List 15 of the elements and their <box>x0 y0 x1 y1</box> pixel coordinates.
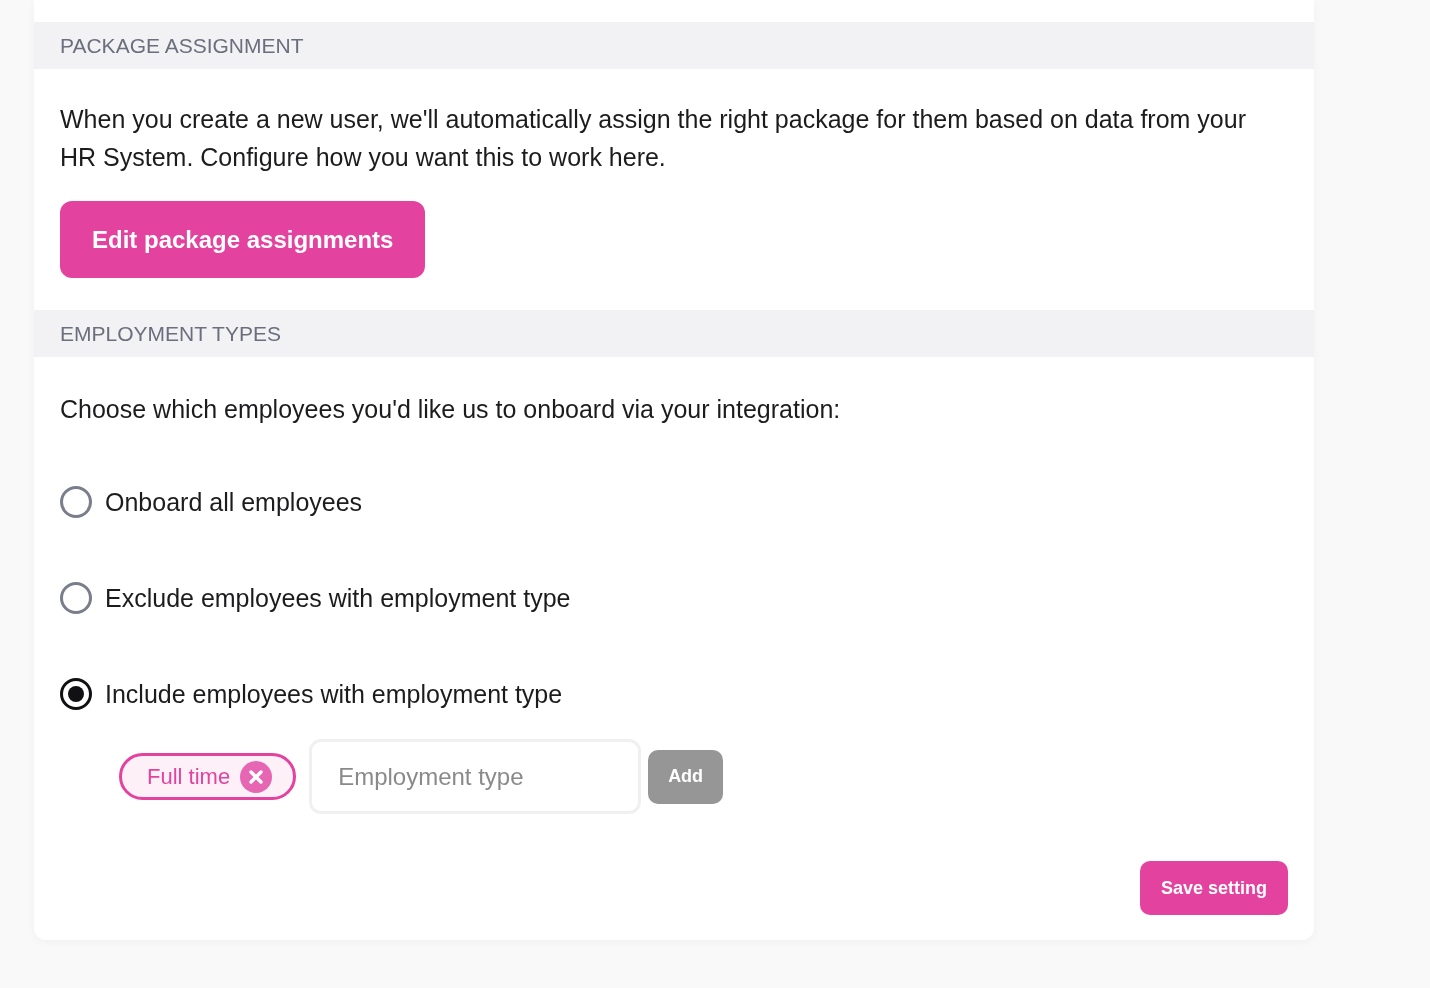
description-text: When you create a new user, we'll automatically assign the right package for them based on data from your HR System. Configure how you want this to work here. <box>60 104 1247 173</box>
radio-button[interactable] <box>60 486 92 518</box>
radio-label[interactable]: Exclude employees with employment type <box>105 584 571 612</box>
radio-button[interactable] <box>60 582 92 614</box>
section-header: EMPLOYMENT TYPES <box>60 321 281 346</box>
radio-button[interactable] <box>60 678 92 710</box>
tag-chip: Full time <box>119 753 297 800</box>
close-icon[interactable] <box>240 760 273 793</box>
radio-label[interactable]: Include employees with employment type <box>105 680 563 708</box>
edit-package-assignments-button[interactable]: Edit package assignments <box>60 201 426 278</box>
section-header: PACKAGE ASSIGNMENT <box>60 33 304 58</box>
radio-label[interactable]: Onboard all employees <box>105 488 363 516</box>
employment-type-input[interactable]: Employment type <box>309 739 642 814</box>
prompt-text: Choose which employees you'd like us to onboard via your integration: <box>60 395 842 423</box>
save-setting-button[interactable]: Save setting <box>1139 861 1288 915</box>
